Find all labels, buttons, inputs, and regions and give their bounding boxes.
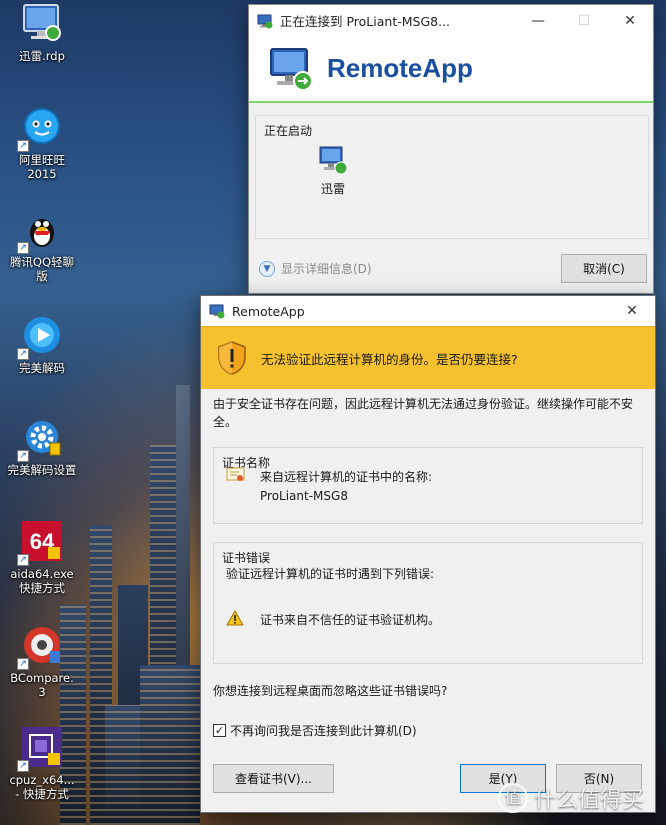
view-certificate-button[interactable]: 查看证书(V)...	[213, 764, 334, 793]
desktop-icon[interactable]: ↗ 完美解码设置	[4, 414, 80, 477]
shortcut-arrow-icon: ↗	[17, 242, 29, 254]
security-shield-warning-icon	[218, 341, 246, 375]
desktop-icon-label: 迅雷.rdp	[19, 49, 65, 63]
aida64-icon: 64 ↗	[17, 518, 65, 566]
watermark-logo: 值	[498, 783, 528, 813]
site-watermark: 值 什么值得买	[498, 782, 644, 814]
desktop-icon[interactable]: ↗ 完美解码	[4, 312, 80, 375]
warning-triangle-icon	[226, 610, 244, 626]
certificate-name-group: 证书名称 来自远程计算机的证书中的名称: ProLiant-MSG8	[213, 447, 643, 524]
window-title: 正在连接到 ProLiant-MSG8...	[280, 14, 451, 29]
checkbox-label: 不再询问我是否连接到此计算机(D)	[230, 724, 417, 738]
remote-desktop-icon	[209, 304, 225, 319]
cpuz-icon: ↗	[17, 724, 65, 772]
remoteapp-connecting-window: 正在连接到 ProLiant-MSG8... — ☐ ✕ RemoteApp 正…	[248, 4, 654, 294]
title-bar: RemoteApp ✕	[201, 296, 655, 326]
rdp-file-icon	[19, 0, 65, 46]
show-details-toggle[interactable]: ▼ 显示详细信息(D)	[259, 260, 372, 277]
group-title: 证书错误	[222, 551, 271, 565]
shortcut-arrow-icon: ↗	[17, 658, 29, 670]
certificate-error-group: 证书错误 验证远程计算机的证书时遇到下列错误: 证书来自不信任的证书验证机构。	[213, 542, 643, 664]
desktop-icon[interactable]: ↗ BCompare. 3	[4, 622, 80, 699]
app-tile-xunlei: 迅雷	[312, 144, 354, 197]
desktop-icon-label: 完美解码	[19, 361, 65, 375]
shortcut-arrow-icon: ↗	[17, 348, 29, 360]
remote-desktop-icon	[257, 14, 273, 28]
shortcut-arrow-icon: ↗	[17, 450, 29, 462]
cancel-button[interactable]: 取消(C)	[561, 254, 647, 283]
starting-group: 正在启动 迅雷	[255, 115, 649, 239]
settings-gear-icon: ↗	[17, 414, 65, 462]
remoteapp-banner: RemoteApp	[249, 36, 653, 103]
title-bar: 正在连接到 ProLiant-MSG8... — ☐ ✕	[249, 5, 653, 36]
warning-description: 由于安全证书存在问题，因此远程计算机无法通过身份验证。继续操作可能不安全。	[213, 397, 634, 429]
certificate-error-item: 证书来自不信任的证书验证机构。	[260, 613, 441, 627]
remote-app-icon	[319, 146, 348, 175]
chevron-down-icon: ▼	[259, 260, 275, 277]
watermark-text: 什么值得买	[534, 788, 645, 813]
desktop-icon-label: cpuz_x64... - 快捷方式	[9, 773, 75, 801]
remoteapp-logo-icon	[270, 47, 313, 91]
shortcut-arrow-icon: ↗	[17, 760, 29, 772]
certificate-warning-dialog: RemoteApp ✕ 无法验证此远程计算机的身份。是否仍要连接? 由于安全证书…	[200, 295, 656, 813]
remoteapp-title: RemoteApp	[327, 53, 473, 83]
minimize-button[interactable]: —	[515, 6, 561, 36]
warning-banner: 无法验证此远程计算机的身份。是否仍要连接?	[201, 326, 655, 389]
ignore-errors-question: 你想连接到远程桌面而忽略这些证书错误吗?	[213, 684, 448, 698]
desktop-icon[interactable]: ↗ cpuz_x64... - 快捷方式	[4, 724, 80, 801]
show-details-label: 显示详细信息(D)	[281, 262, 372, 276]
shortcut-arrow-icon: ↗	[17, 140, 29, 152]
desktop-icon-label: aida64.exe 快捷方式	[10, 567, 74, 595]
qq-icon: ↗	[17, 206, 65, 254]
desktop-icon[interactable]: 迅雷.rdp	[4, 0, 80, 63]
maximize-button: ☐	[577, 12, 591, 29]
shortcut-arrow-icon: ↗	[17, 554, 29, 566]
group-title: 正在启动	[264, 124, 313, 138]
desktop-icon-label: 腾讯QQ轻聊版	[9, 255, 75, 283]
desktop-icon-label: 完美解码设置	[7, 463, 77, 477]
certificate-error-label: 验证远程计算机的证书时遇到下列错误:	[226, 567, 435, 581]
dialog-title: RemoteApp	[232, 303, 305, 319]
dont-ask-again-checkbox-row[interactable]: ✓ 不再询问我是否连接到此计算机(D)	[213, 722, 417, 739]
desktop-icon[interactable]: ↗ 阿里旺旺 2015	[4, 104, 80, 181]
certificate-icon	[226, 467, 245, 481]
app-label: 迅雷	[320, 182, 345, 196]
desktop-icon[interactable]: 64 ↗ aida64.exe 快捷方式	[4, 518, 80, 595]
desktop-icon-label: BCompare. 3	[10, 671, 74, 699]
potplayer-icon: ↗	[17, 312, 65, 360]
dont-ask-again-checkbox[interactable]: ✓	[213, 724, 226, 737]
desktop-icon[interactable]: ↗ 腾讯QQ轻聊版	[4, 206, 80, 283]
bcompare-icon: ↗	[17, 622, 65, 670]
close-button[interactable]: ✕	[609, 296, 655, 326]
warning-headline: 无法验证此远程计算机的身份。是否仍要连接?	[261, 351, 518, 367]
close-button[interactable]: ✕	[607, 6, 653, 36]
aliwangwang-icon: ↗	[17, 104, 65, 152]
desktop-icon-label: 阿里旺旺 2015	[19, 153, 65, 181]
certificate-name-value: ProLiant-MSG8	[260, 489, 348, 503]
certificate-name-label: 来自远程计算机的证书中的名称:	[260, 470, 433, 484]
